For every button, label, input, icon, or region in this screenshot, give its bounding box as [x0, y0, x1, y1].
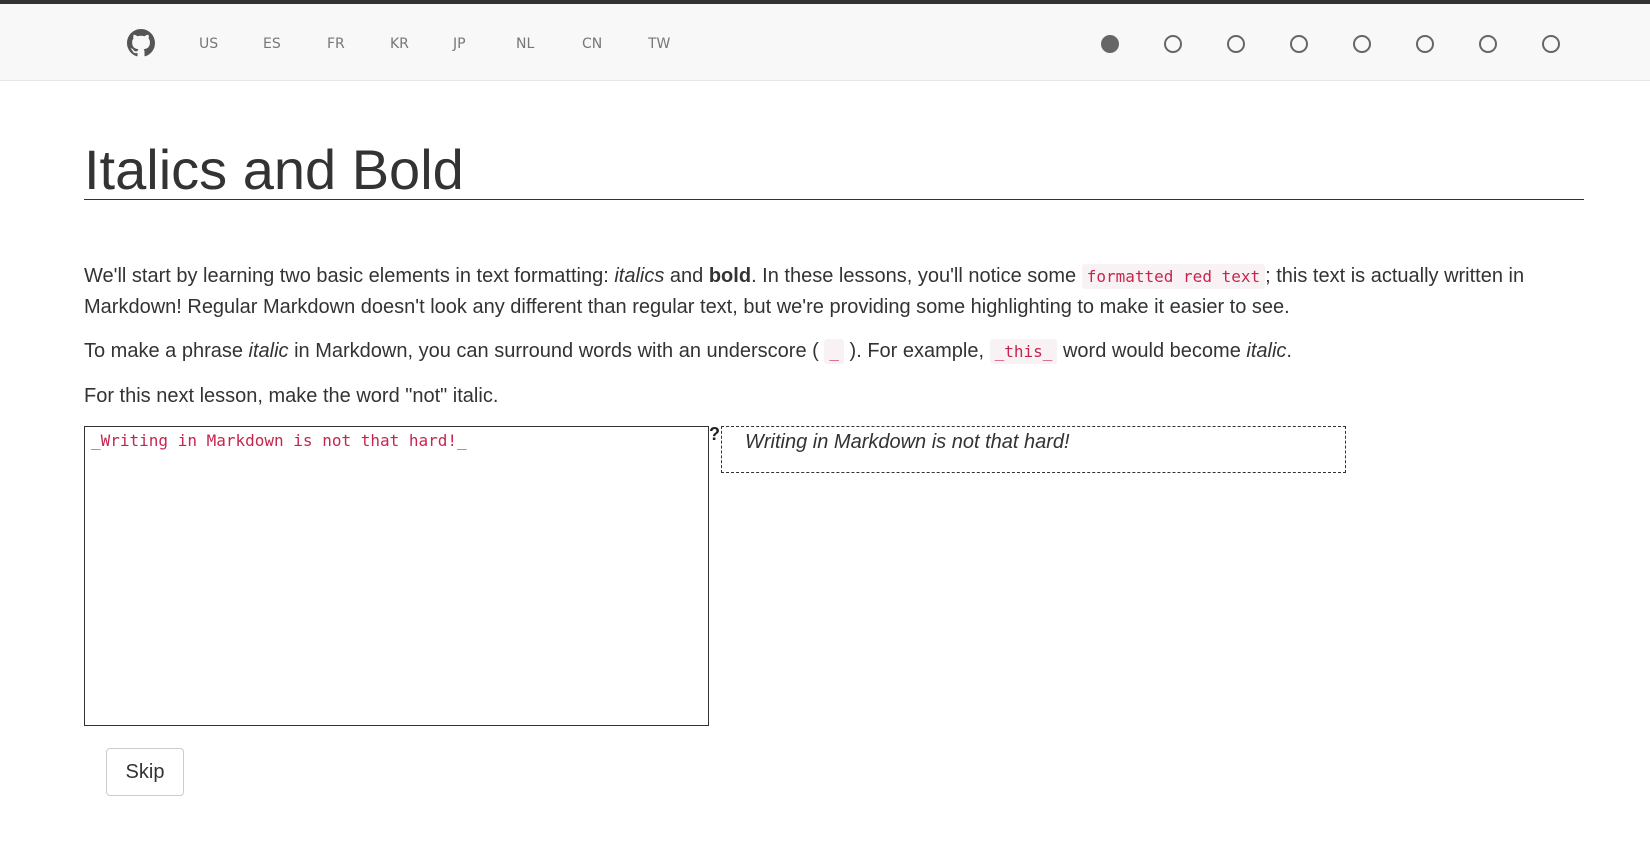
github-icon-svg: [127, 29, 155, 57]
step-dot-8[interactable]: [1542, 35, 1560, 53]
italic-text-5: .: [1286, 340, 1292, 362]
help-icon[interactable]: ?: [709, 424, 720, 445]
github-icon[interactable]: [127, 29, 155, 57]
intro-text-2: and: [664, 265, 709, 287]
italic-text-4: word would become: [1057, 340, 1247, 362]
code-sample-underscore: _: [824, 339, 844, 364]
italic-text-1: To make a phrase: [84, 340, 249, 362]
lang-link-us[interactable]: US: [199, 36, 218, 52]
step-dot-1[interactable]: [1101, 35, 1119, 53]
lang-link-jp[interactable]: JP: [453, 36, 466, 52]
lang-link-es[interactable]: ES: [263, 36, 281, 52]
italics-example: italics: [614, 265, 665, 287]
lesson-intro-paragraph: We'll start by learning two basic elemen…: [84, 261, 1584, 322]
italic-text-2: in Markdown, you can surround words with…: [288, 340, 825, 362]
code-sample-formatted: formatted red text: [1081, 264, 1266, 289]
top-navbar: US ES FR KR JP NL CN TW: [0, 4, 1650, 81]
markdown-preview: Writing in Markdown is not that hard!: [721, 426, 1346, 473]
skip-button[interactable]: Skip: [106, 748, 184, 796]
markdown-editor[interactable]: _Writing in Markdown is not that hard!_: [84, 426, 709, 726]
page-title: Italics and Bold: [84, 138, 464, 201]
step-dot-6[interactable]: [1416, 35, 1434, 53]
intro-text-1: We'll start by learning two basic elemen…: [84, 265, 615, 287]
lang-link-cn[interactable]: CN: [582, 36, 602, 52]
lang-link-nl[interactable]: NL: [516, 36, 534, 52]
title-divider: [84, 199, 1584, 200]
intro-text-3: . In these lessons, you'll notice some: [751, 265, 1082, 287]
bold-example: bold: [708, 265, 752, 287]
preview-text: Writing in Markdown is not that hard!: [745, 431, 1070, 453]
italic-word: italic: [248, 340, 289, 362]
step-dot-7[interactable]: [1479, 35, 1497, 53]
lang-link-kr[interactable]: KR: [390, 36, 409, 52]
italic-text-3: ). For example,: [844, 340, 990, 362]
lang-link-fr[interactable]: FR: [327, 36, 345, 52]
step-dot-5[interactable]: [1353, 35, 1371, 53]
italic-word-2: italic: [1246, 340, 1287, 362]
step-dot-2[interactable]: [1164, 35, 1182, 53]
task-paragraph: For this next lesson, make the word "not…: [84, 385, 499, 407]
step-dot-3[interactable]: [1227, 35, 1245, 53]
italic-instruction-paragraph: To make a phrase italic in Markdown, you…: [84, 336, 1584, 367]
code-sample-this: _this_: [989, 339, 1058, 364]
step-dot-4[interactable]: [1290, 35, 1308, 53]
lang-link-tw[interactable]: TW: [648, 36, 670, 52]
